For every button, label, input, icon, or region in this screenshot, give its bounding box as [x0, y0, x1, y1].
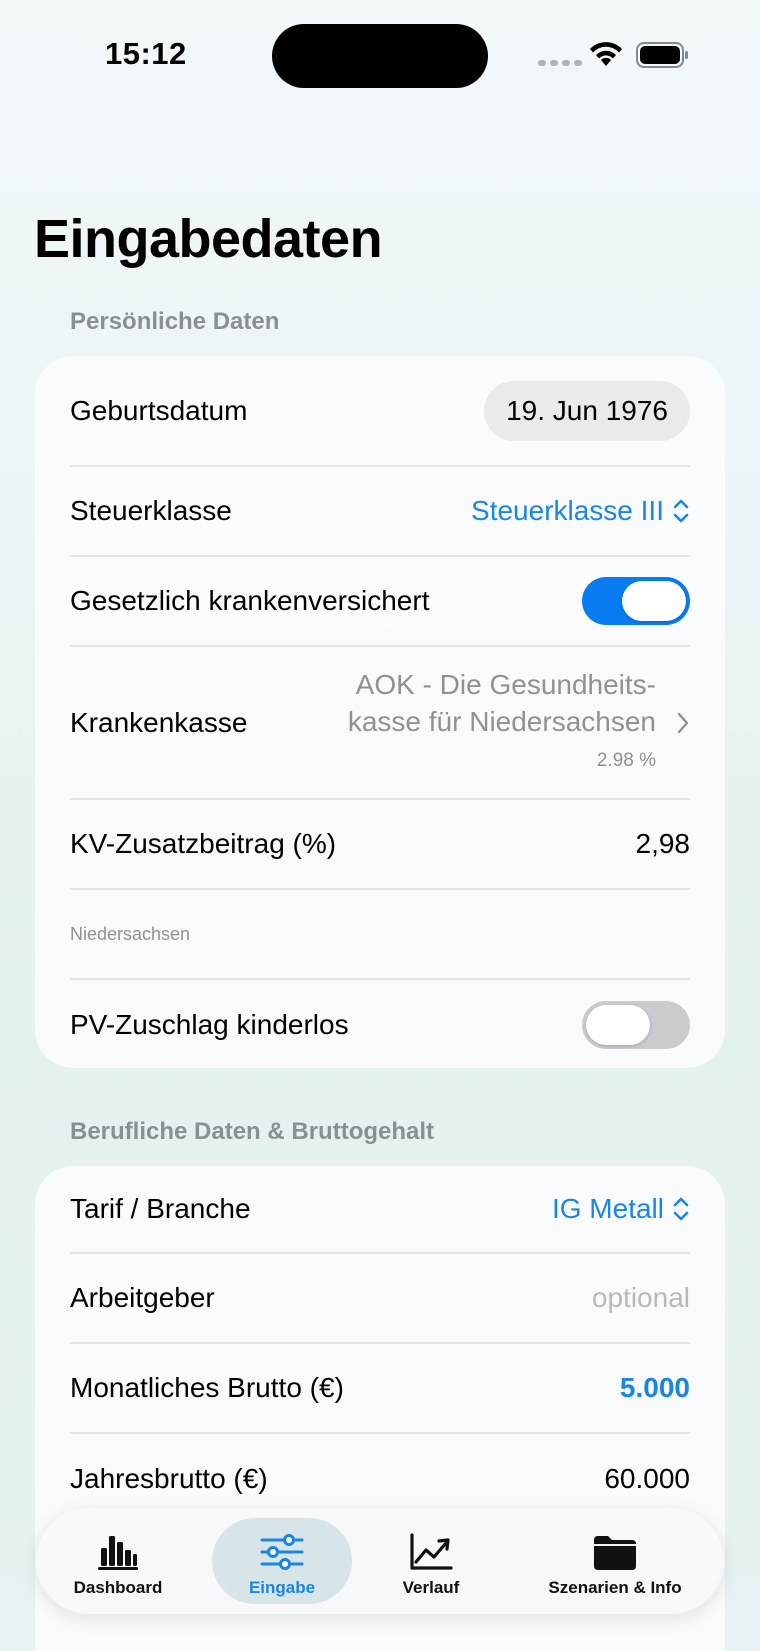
kv-additional-row: KV-Zusatzbeitrag (%) 2,98 [70, 800, 690, 890]
insurer-row[interactable]: Krankenkasse AOK - Die Gesundheits- kass… [70, 647, 690, 800]
tab-label-verlauf: Verlauf [402, 1578, 460, 1597]
tariff-picker[interactable]: IG Metall [552, 1193, 690, 1225]
tab-label-dashboard: Dashboard [73, 1578, 163, 1597]
sliders-icon [260, 1534, 304, 1570]
bar-chart-icon [98, 1536, 138, 1570]
insurer-name-line2: kasse für Niedersachsen [347, 706, 656, 737]
tariff-value: IG Metall [551, 1193, 664, 1224]
insurer-value: AOK - Die Gesundheits- kasse für Nieders… [348, 666, 656, 779]
birthdate-picker[interactable]: 19. Jun 1976 [484, 380, 690, 441]
battery-icon [636, 42, 688, 68]
tab-verlauf[interactable]: Verlauf [376, 1518, 486, 1604]
pv-childless-row: PV-Zuschlag kinderlos [70, 980, 690, 1070]
annual-gross-label: Jahresbrutto (€) [70, 1463, 268, 1494]
monthly-gross-label: Monatliches Brutto (€) [70, 1372, 344, 1403]
insurer-rate: 2.98 % [596, 750, 656, 771]
tax-class-label: Steuerklasse [70, 495, 232, 526]
statutory-insured-row: Gesetzlich krankenversichert [70, 557, 690, 647]
page-title: Eingabedaten [34, 209, 383, 269]
cellular-signal-icon [538, 60, 582, 66]
statutory-insured-label: Gesetzlich krankenversichert [70, 585, 430, 616]
pv-childless-label: PV-Zuschlag kinderlos [70, 1009, 349, 1040]
state-note: Niedersachsen [70, 923, 191, 944]
monthly-gross-row: Monatliches Brutto (€) 5.000 [70, 1344, 690, 1434]
annual-gross-value: 60.000 [604, 1463, 690, 1494]
folder-icon [594, 1536, 636, 1570]
section-header-professional: Berufliche Daten & Bruttogehalt [70, 1118, 435, 1145]
dynamic-island [272, 24, 488, 88]
tax-class-picker[interactable]: Steuerklasse III [471, 495, 690, 527]
tab-label-szenarien-info: Szenarien & Info [548, 1578, 682, 1597]
employer-label: Arbeitgeber [70, 1282, 215, 1313]
chevron-up-down-icon [673, 499, 689, 523]
trend-chart-icon [410, 1533, 453, 1570]
tariff-row: Tarif / Branche IG Metall [70, 1166, 690, 1254]
tab-eingabe[interactable]: Eingabe [212, 1518, 352, 1604]
kv-additional-field[interactable]: 2,98 [636, 828, 691, 860]
status-time: 15:12 [105, 36, 187, 71]
status-bar: 15:12 [0, 0, 760, 110]
tab-dashboard[interactable]: Dashboard [56, 1518, 180, 1604]
employer-field[interactable]: optional [592, 1282, 690, 1314]
tariff-label: Tarif / Branche [70, 1193, 251, 1224]
state-note-row: Niedersachsen [70, 890, 690, 980]
section-header-personal: Persönliche Daten [70, 308, 280, 335]
wifi-icon [590, 42, 622, 66]
birthdate-label: Geburtsdatum [70, 394, 248, 426]
personal-data-card: Geburtsdatum 19. Jun 1976 Steuerklasse S… [35, 356, 725, 1068]
chevron-right-icon [677, 712, 689, 733]
tab-bar: Dashboard Eingabe Verlauf Szenarien & In… [36, 1508, 724, 1614]
tab-szenarien-info[interactable]: Szenarien & Info [530, 1518, 700, 1604]
statutory-insured-toggle[interactable] [582, 577, 690, 625]
kv-additional-label: KV-Zusatzbeitrag (%) [70, 828, 337, 859]
employer-row: Arbeitgeber optional [70, 1254, 690, 1344]
insurer-label: Krankenkasse [70, 706, 248, 738]
pv-childless-toggle[interactable] [582, 1001, 690, 1049]
tax-class-row: Steuerklasse Steuerklasse III [70, 467, 690, 557]
birthdate-row: Geburtsdatum 19. Jun 1976 [70, 356, 690, 467]
chevron-up-down-icon [673, 1197, 689, 1221]
insurer-name-line1: AOK - Die Gesundheits- [355, 669, 656, 700]
tax-class-value: Steuerklasse III [471, 495, 664, 526]
tab-label-eingabe: Eingabe [248, 1578, 316, 1597]
monthly-gross-field[interactable]: 5.000 [620, 1372, 690, 1404]
